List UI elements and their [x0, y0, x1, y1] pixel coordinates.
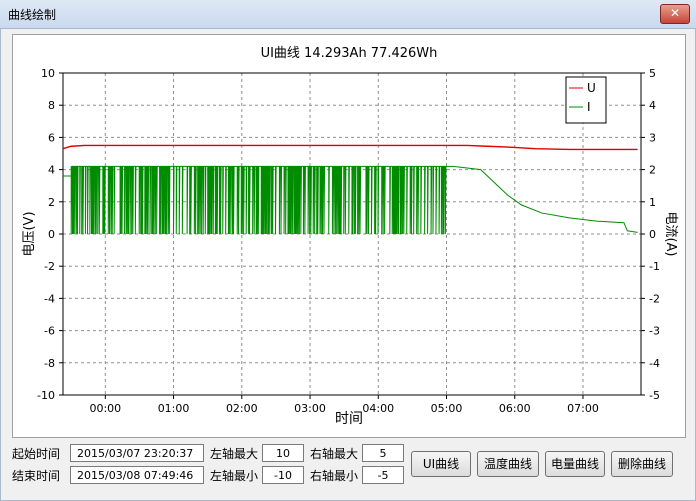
capacity-curve-button[interactable]: 电量曲线	[545, 451, 605, 477]
chart-panel: UI曲线 14.293Ah 77.426Wh 10 8 6 4 2 0 -2 -4 -6 -8 -1…	[12, 34, 686, 438]
legend: U I	[565, 76, 607, 124]
left-tick-label: 10	[41, 67, 55, 80]
left-tick-label: -2	[44, 260, 55, 273]
left-tick-label: 6	[48, 131, 55, 144]
series-layer	[62, 144, 638, 235]
legend-box	[565, 76, 607, 124]
right-axis-max-input[interactable]: 5	[362, 444, 404, 462]
left-tick-label: -4	[44, 292, 55, 305]
right-tick-label: 5	[649, 67, 656, 80]
x-axis-label: 时间	[335, 411, 363, 427]
left-axis-max-label: 左轴最大	[210, 447, 259, 461]
end-time-field[interactable]: 2015/03/08 07:49:46	[70, 466, 204, 484]
left-tick-label: -6	[44, 325, 55, 338]
x-tick-label: 07:00	[567, 402, 599, 415]
x-tick-label: 01:00	[158, 402, 190, 415]
close-button[interactable]: ✕	[660, 4, 690, 24]
right-tick-label: 4	[649, 99, 656, 112]
left-tick-label: 8	[48, 99, 55, 112]
x-tick-label: 04:00	[362, 402, 394, 415]
right-tick-label: -3	[649, 325, 660, 338]
series-i-line	[63, 165, 638, 235]
left-axis-label: 电压(V)	[22, 211, 37, 256]
x-tick-label: 00:00	[89, 402, 121, 415]
x-tick-label: 06:00	[499, 402, 531, 415]
right-tick-label: -4	[649, 357, 660, 370]
start-time-field[interactable]: 2015/03/07 23:20:37	[70, 444, 204, 462]
legend-label-i: I	[587, 100, 591, 114]
right-tick-label: 0	[649, 228, 656, 241]
temperature-curve-button[interactable]: 温度曲线	[477, 451, 539, 477]
right-tick-label: 3	[649, 131, 656, 144]
window-title: 曲线绘制	[8, 8, 57, 22]
right-axis-label: 电流(A)	[663, 211, 678, 256]
x-tick-label: 05:00	[431, 402, 463, 415]
start-time-label: 起始时间	[12, 447, 61, 461]
ui-curve-button[interactable]: UI曲线	[411, 451, 471, 477]
chart-svg: UI曲线 14.293Ah 77.426Wh 1086420-2-4-6-8-1…	[22, 46, 678, 427]
legend-label-u: U	[587, 81, 596, 95]
left-axis: 10 8 6 4 2 0 -2 -4 -6 -8 -10	[37, 67, 63, 402]
right-tick-label: 1	[649, 196, 656, 209]
left-axis-min-label: 左轴最小	[210, 469, 259, 483]
chart-title: UI曲线 14.293Ah 77.426Wh	[261, 46, 438, 61]
right-tick-label: -2	[649, 292, 660, 305]
x-tick-label: 02:00	[226, 402, 258, 415]
left-tick-label: 0	[48, 228, 55, 241]
left-tick-label: -10	[37, 389, 55, 402]
right-axis: 5 4 3 2 1 0 -1 -2 -3 -4 -5	[641, 67, 660, 402]
delete-curve-button[interactable]: 删除曲线	[611, 451, 673, 477]
right-tick-label: -1	[649, 260, 660, 273]
right-axis-min-input[interactable]: -5	[362, 466, 404, 484]
x-tick-label: 03:00	[294, 402, 326, 415]
left-tick-label: 4	[48, 164, 55, 177]
right-axis-max-label: 右轴最大	[310, 447, 359, 461]
left-axis-min-input[interactable]: -10	[262, 466, 304, 484]
left-tick-label: 2	[48, 196, 55, 209]
series-u-line	[62, 144, 638, 151]
title-bar: 曲线绘制 ✕	[0, 0, 696, 29]
end-time-label: 结束时间	[12, 469, 61, 483]
right-tick-label: -5	[649, 389, 660, 402]
left-tick-label: -8	[44, 357, 55, 370]
left-axis-max-input[interactable]: 10	[262, 444, 304, 462]
right-axis-min-label: 右轴最小	[310, 469, 359, 483]
right-tick-label: 2	[649, 164, 656, 177]
